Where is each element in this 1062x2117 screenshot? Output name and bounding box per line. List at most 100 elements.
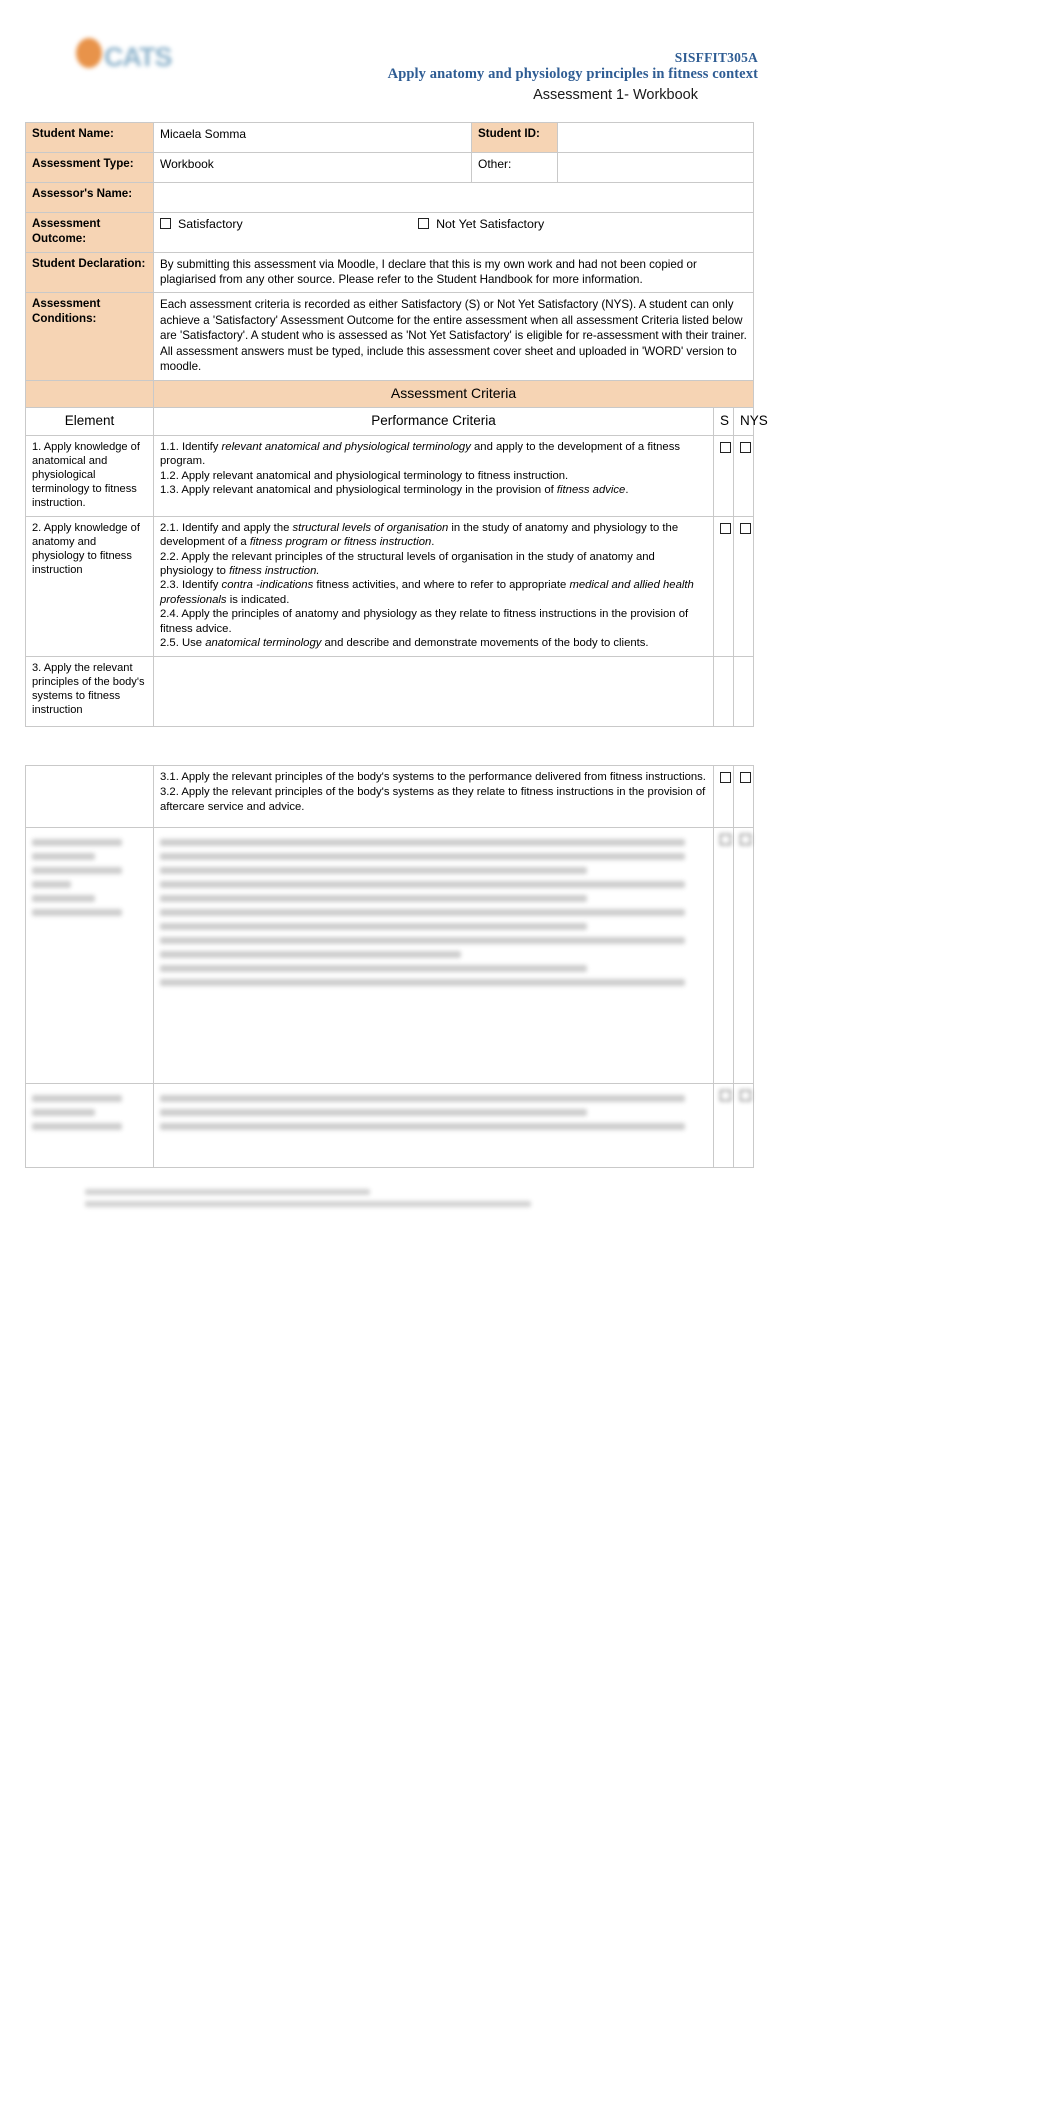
performance-criterion: 2.3. Identify contra -indications fitnes… — [160, 579, 694, 606]
performance-criterion: 1.1. Identify relevant anatomical and ph… — [160, 440, 680, 468]
outcome-option-satisfactory[interactable]: Satisfactory — [160, 217, 243, 233]
checkbox-icon[interactable] — [740, 441, 751, 453]
s-checkbox-cell[interactable] — [713, 434, 734, 517]
label-student-name: Student Name: — [25, 122, 154, 153]
column-header-s: S — [713, 407, 734, 436]
label-other: Other: — [471, 152, 558, 183]
value-other[interactable] — [556, 152, 755, 183]
page-continuation: 3.1. Apply the relevant principles of th… — [25, 765, 754, 1168]
s-checkbox-cell[interactable] — [713, 655, 734, 727]
performance-criterion: 2.1. Identify and apply the structural l… — [160, 521, 679, 549]
row-assessment-conditions: Assessment Conditions: Each assessment c… — [25, 292, 755, 381]
organisation-logo: CATS — [72, 28, 192, 76]
student-declaration-text: By submitting this assessment via Moodle… — [152, 251, 755, 294]
s-checkbox-cell[interactable] — [713, 515, 734, 657]
checkbox-icon[interactable] — [720, 1090, 731, 1101]
element-text-obscured — [25, 1083, 154, 1168]
checkbox-icon[interactable] — [720, 834, 731, 845]
performance-criteria-obscured — [153, 1083, 714, 1168]
nys-checkbox-cell[interactable] — [733, 765, 754, 828]
row-criteria-columns: Element Performance Criteria S NYS — [25, 407, 768, 436]
value-student-id[interactable] — [556, 122, 755, 153]
column-header-performance-criteria: Performance Criteria — [153, 407, 714, 436]
row-assessment-type: Assessment Type: Workbook Other: — [25, 152, 755, 183]
row-assessor-name: Assessor's Name: — [25, 182, 755, 213]
logo-dot-icon — [76, 38, 102, 68]
element-text — [25, 765, 154, 828]
label-assessment-conditions: Assessment Conditions: — [25, 292, 154, 381]
criteria-row: 2. Apply knowledge of anatomy and physio… — [25, 515, 755, 657]
performance-criterion: 2.5. Use anatomical terminology and desc… — [160, 637, 649, 650]
element-text: 2. Apply knowledge of anatomy and physio… — [25, 515, 154, 657]
criteria-row: 3. Apply the relevant principles of the … — [25, 655, 755, 727]
performance-criteria-list: 2.1. Identify and apply the structural l… — [153, 515, 714, 657]
performance-criterion: 2.4. Apply the principles of anatomy and… — [160, 608, 689, 635]
checkbox-icon[interactable] — [740, 834, 751, 845]
checkbox-icon[interactable] — [720, 522, 731, 534]
page-header: CATS SISFFIT305A Apply anatomy and physi… — [0, 0, 1062, 118]
label-assessment-type: Assessment Type: — [25, 152, 154, 183]
element-text: 1. Apply knowledge of anatomical and phy… — [25, 434, 154, 517]
performance-criteria-list: 1.1. Identify relevant anatomical and ph… — [153, 434, 714, 517]
page-footer-obscured — [85, 1183, 705, 1213]
conditions-paragraph-2: All assessment answers must be typed, in… — [160, 344, 737, 374]
label-student-declaration: Student Declaration: — [25, 251, 154, 294]
criteria-banner: Assessment Criteria — [152, 379, 755, 409]
row-student-name: Student Name: Micaela Somma Student ID: — [25, 122, 755, 153]
element-text: 3. Apply the relevant principles of the … — [25, 655, 154, 727]
row-student-declaration: Student Declaration: By submitting this … — [25, 251, 755, 294]
column-header-element: Element — [25, 407, 154, 436]
checkbox-icon[interactable] — [740, 1090, 751, 1101]
performance-criteria-list — [153, 655, 714, 727]
label-student-id: Student ID: — [471, 122, 558, 153]
performance-criteria-obscured — [153, 827, 714, 1084]
logo-wordmark: CATS — [104, 42, 172, 72]
nys-checkbox-cell-obscured[interactable] — [733, 1083, 754, 1168]
criteria-row: 1. Apply knowledge of anatomical and phy… — [25, 434, 755, 517]
criteria-banner-left-spacer — [25, 379, 154, 409]
performance-criterion: 3.2. Apply the relevant principles of th… — [160, 786, 706, 814]
performance-criteria-list: 3.1. Apply the relevant principles of th… — [153, 765, 714, 828]
criteria-row-obscured — [25, 1083, 754, 1168]
nys-checkbox-cell-obscured[interactable] — [733, 827, 754, 1084]
unit-code: SISFFIT305A — [674, 50, 758, 65]
checkbox-icon[interactable] — [740, 772, 751, 783]
label-assessment-outcome: Assessment Outcome: — [25, 212, 154, 253]
criteria-row: 3.1. Apply the relevant principles of th… — [25, 765, 754, 828]
value-assessment-type[interactable]: Workbook — [153, 152, 472, 183]
unit-title: Apply anatomy and physiology principles … — [387, 66, 758, 82]
performance-criterion: 3.1. Apply the relevant principles of th… — [160, 771, 706, 783]
value-assessor-name[interactable] — [152, 182, 755, 213]
column-header-nys: NYS — [732, 407, 768, 436]
document-page: CATS SISFFIT305A Apply anatomy and physi… — [0, 0, 1062, 2117]
checkbox-icon[interactable] — [720, 772, 731, 783]
s-checkbox-cell[interactable] — [713, 765, 734, 828]
performance-criterion: 1.2. Apply relevant anatomical and physi… — [160, 469, 569, 482]
performance-criterion: 2.2. Apply the relevant principles of th… — [160, 550, 655, 577]
criteria-row-obscured — [25, 827, 754, 1084]
outcome-option-not-yet-satisfactory-label: Not Yet Satisfactory — [436, 217, 545, 231]
conditions-paragraph-1: Each assessment criteria is recorded as … — [160, 298, 747, 343]
s-checkbox-cell-obscured[interactable] — [713, 1083, 734, 1168]
assessment-conditions-text: Each assessment criteria is recorded as … — [152, 292, 755, 381]
nys-checkbox-cell[interactable] — [732, 655, 755, 727]
checkbox-icon[interactable] — [720, 441, 731, 453]
criteria-continuation-table: 3.1. Apply the relevant principles of th… — [25, 765, 754, 1168]
nys-checkbox-cell[interactable] — [732, 515, 755, 657]
row-criteria-banner: Assessment Criteria — [25, 379, 755, 409]
s-checkbox-cell-obscured[interactable] — [713, 827, 734, 1084]
outcome-option-not-yet-satisfactory[interactable]: Not Yet Satisfactory — [418, 217, 544, 233]
element-text-obscured — [25, 827, 154, 1084]
value-student-name[interactable]: Micaela Somma — [153, 122, 472, 153]
declaration-paragraph: By submitting this assessment via Moodle… — [160, 257, 697, 287]
assessment-outcome-options: Satisfactory Not Yet Satisfactory — [152, 212, 755, 253]
row-assessment-outcome: Assessment Outcome: Satisfactory Not Yet… — [25, 212, 755, 253]
assessment-cover-table: Student Name: Micaela Somma Student ID: … — [25, 122, 768, 727]
label-assessor-name: Assessor's Name: — [25, 182, 154, 213]
checkbox-icon[interactable] — [740, 522, 751, 534]
checkbox-icon[interactable] — [160, 218, 171, 229]
nys-checkbox-cell[interactable] — [732, 434, 755, 517]
outcome-option-satisfactory-label: Satisfactory — [178, 217, 243, 231]
performance-criterion: 1.3. Apply relevant anatomical and physi… — [160, 484, 629, 497]
checkbox-icon[interactable] — [418, 218, 430, 229]
